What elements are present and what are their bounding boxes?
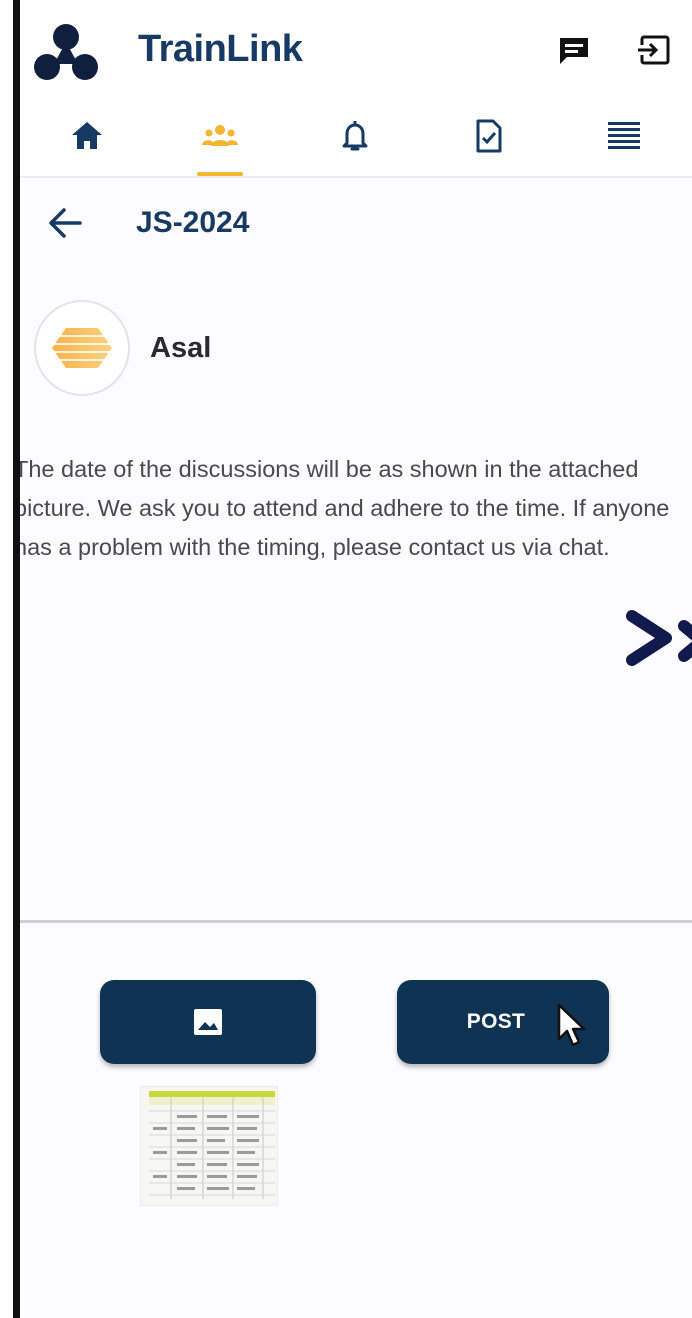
logout-icon[interactable] <box>634 30 674 70</box>
groups-icon <box>202 125 238 146</box>
task-check-icon <box>476 119 502 153</box>
attachment-thumbnail[interactable] <box>140 1086 278 1206</box>
tab-home[interactable] <box>42 108 132 174</box>
attached-schedule-image <box>141 1087 277 1205</box>
avatar-image <box>48 328 116 368</box>
author-name: Asal <box>150 332 212 364</box>
device-bezel <box>13 0 20 1318</box>
chevron-right-icon <box>626 610 692 666</box>
post-card: Asal The date of the discussions will be… <box>20 290 692 910</box>
chat-icon[interactable] <box>554 30 594 70</box>
menu-icon <box>608 122 640 149</box>
trainlink-logo-icon <box>34 24 98 80</box>
nav-tab-bar <box>20 108 692 178</box>
home-icon <box>72 122 102 149</box>
arrow-left-icon[interactable] <box>40 198 90 248</box>
composer-divider <box>20 920 692 923</box>
mouse-cursor-icon <box>557 1003 586 1047</box>
avatar[interactable] <box>34 300 130 396</box>
group-title: JS-2024 <box>136 206 250 239</box>
tab-notifications[interactable] <box>310 108 400 174</box>
tab-menu[interactable] <box>579 108 669 174</box>
top-bar: TrainLink <box>20 0 692 180</box>
app-title: TrainLink <box>138 28 303 70</box>
app-screen: TrainLink JS-2024 Asal The date of the d… <box>20 0 692 1318</box>
attach-image-button[interactable] <box>100 980 316 1064</box>
tab-tasks[interactable] <box>444 108 534 174</box>
post-body: The date of the discussions will be as s… <box>20 456 670 560</box>
topbar-divider <box>20 176 692 178</box>
tab-groups[interactable] <box>175 108 265 174</box>
bell-icon <box>342 121 368 151</box>
post-button-label: POST <box>466 1010 526 1033</box>
image-icon <box>194 1009 222 1035</box>
